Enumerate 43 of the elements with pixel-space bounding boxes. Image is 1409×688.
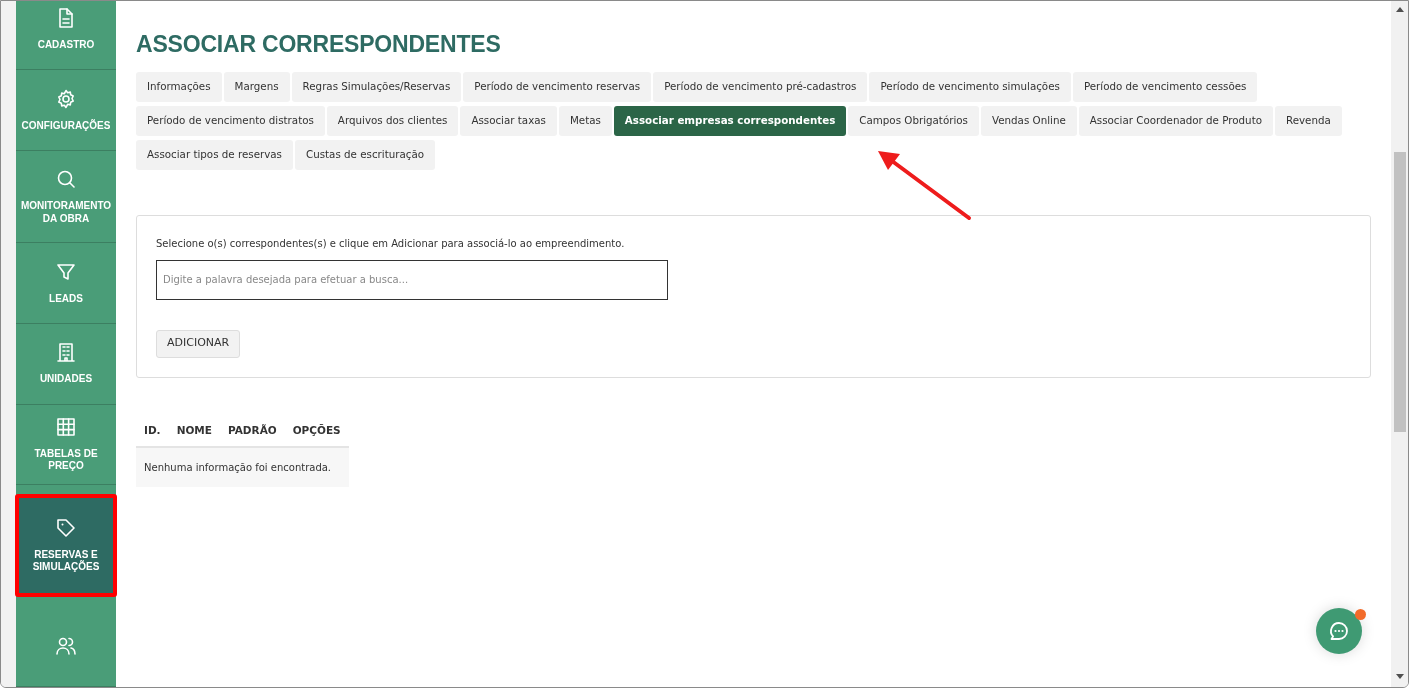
tab[interactable]: Período de vencimento reservas [463,71,652,102]
tab[interactable]: Período de vencimento pré-cadastros [653,71,868,102]
sidebar-label: CONFIGURAÇÕES [21,120,111,133]
tab[interactable]: Associar tipos de reservas [136,139,293,170]
tab[interactable]: Arquivos dos clientes [326,105,459,136]
tab[interactable]: Associar empresas correspondentes [613,105,847,136]
sidebar-label: TABELAS DE PREÇO [33,447,99,473]
sidebar-label: CADASTRO [37,38,95,52]
scroll-down-icon[interactable] [1395,674,1404,679]
add-button[interactable]: ADICIONAR [156,329,241,358]
scrollbar[interactable] [1391,1,1408,687]
instruction-text: Selecione o(s) correspondentes(s) e clique em Adicionar para associá-lo ao empreendimento. [156,236,626,251]
sidebar-label: MONITORAMENTO DA OBRA [20,200,112,226]
tag-icon [55,516,77,539]
tab[interactable]: Custas de escrituração [295,139,436,170]
grid-icon [55,415,77,438]
scrollbar-thumb[interactable] [1393,152,1406,432]
sidebar-item[interactable]: RESERVAS E SIMULAÇÕES [16,495,116,597]
tab[interactable]: Metas [558,105,612,136]
search-field[interactable]: Digite a palavra desejada para efetuar a busca... [156,259,668,300]
gear-icon [55,88,77,111]
tab[interactable]: Período de vencimento simulações [869,71,1071,102]
sidebar-label: UNIDADES [39,373,93,386]
chat-button[interactable] [1316,608,1362,654]
tab[interactable]: Campos Obrigatórios [848,105,979,136]
users-icon [55,635,77,658]
scroll-up-icon[interactable] [1395,7,1404,12]
tab[interactable]: Associar taxas [460,105,557,136]
chat-icon [1328,620,1350,642]
search-icon [55,168,77,191]
tab[interactable]: Revenda [1274,105,1342,136]
building-icon [55,341,77,364]
tab[interactable]: Informações [136,71,222,102]
tab[interactable]: Vendas Online [980,105,1077,136]
tab[interactable]: Regras Simulações/Reservas [291,71,462,102]
empty-message: Nenhuma informação foi encontrada. [136,447,349,488]
sidebar-label: LEADS [49,292,83,306]
page-title: ASSOCIAR CORRESPONDENTES [136,31,502,59]
tab[interactable]: Margens [223,71,290,102]
tab[interactable]: Associar Coordenador de Produto [1078,105,1273,136]
sidebar-label: RESERVAS E SIMULAÇÕES [31,548,101,574]
tab[interactable]: Período de vencimento cessões [1072,71,1258,102]
tab[interactable]: Período de vencimento distratos [136,105,325,136]
